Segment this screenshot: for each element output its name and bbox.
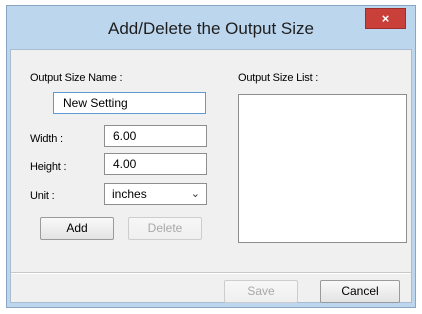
output-size-name-label: Output Size Name : — [30, 72, 123, 84]
unit-select-value: inches — [112, 187, 147, 201]
height-label: Height : — [30, 161, 67, 173]
height-input[interactable]: 4.00 — [104, 153, 207, 175]
dialog-title: Add/Delete the Output Size — [107, 19, 315, 38]
output-size-name-input[interactable]: New Setting — [53, 92, 206, 114]
dialog-window: Add/Delete the Output Size × Output Size… — [6, 5, 416, 308]
delete-button[interactable]: Delete — [128, 217, 202, 240]
dialog-body: Output Size Name : New Setting Width : 6… — [10, 49, 412, 303]
add-button[interactable]: Add — [40, 217, 114, 240]
unit-label: Unit : — [30, 190, 55, 202]
close-icon: × — [381, 11, 390, 26]
footer-divider — [11, 272, 411, 274]
output-size-list-label: Output Size List : — [238, 72, 319, 84]
unit-select[interactable]: inches ⌄ — [104, 183, 207, 205]
width-label: Width : — [30, 133, 63, 145]
title-bar[interactable]: Add/Delete the Output Size × — [7, 6, 415, 52]
width-input[interactable]: 6.00 — [104, 125, 207, 147]
cancel-button[interactable]: Cancel — [320, 280, 400, 303]
close-button[interactable]: × — [365, 8, 406, 29]
save-button[interactable]: Save — [224, 280, 298, 303]
chevron-down-icon: ⌄ — [190, 188, 200, 200]
output-size-listbox[interactable] — [238, 94, 407, 243]
